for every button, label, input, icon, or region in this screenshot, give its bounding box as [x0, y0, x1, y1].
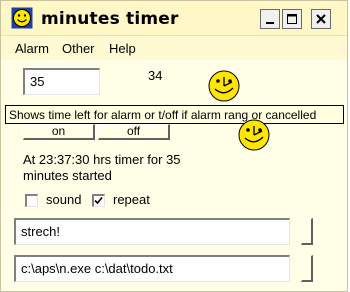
on-button-label: on: [51, 124, 66, 138]
time-left-tooltip: Shows time left for alarm or t/off if al…: [5, 105, 344, 124]
status-text: At 23:37:30 hrs timer for 35 minutes sta…: [23, 152, 181, 183]
app-window: minutes timer Alarm Other Help 35 34 Sho…: [0, 0, 348, 292]
smiley-clock-icon: [11, 7, 33, 29]
menu-other[interactable]: Other: [62, 41, 95, 56]
minimize-icon: [266, 22, 274, 24]
command-input[interactable]: c:\aps\n.exe c:\dat\todo.txt: [14, 255, 290, 282]
window-title: minutes timer: [41, 9, 179, 29]
minutes-input[interactable]: 35: [23, 68, 100, 95]
smiley-clock-icon: [238, 119, 270, 151]
smiley-clock-icon: [208, 70, 240, 102]
message-input[interactable]: strech!: [14, 218, 290, 245]
sound-checkbox[interactable]: [25, 194, 38, 207]
repeat-checkbox[interactable]: [92, 194, 105, 207]
menu-help[interactable]: Help: [109, 41, 136, 56]
minimize-button[interactable]: [260, 9, 280, 29]
check-icon: [94, 196, 103, 205]
sound-label: sound: [46, 192, 82, 207]
on-button[interactable]: on: [23, 124, 95, 140]
off-button[interactable]: off: [98, 124, 170, 140]
time-left-value: 34: [148, 68, 163, 83]
title-bar[interactable]: minutes timer: [1, 1, 347, 36]
off-button-label: off: [126, 124, 141, 138]
menu-bar: Alarm Other Help: [1, 36, 347, 60]
close-button[interactable]: [311, 9, 331, 29]
close-icon: [316, 14, 326, 24]
message-action-button[interactable]: [301, 218, 313, 245]
repeat-label: repeat: [113, 192, 150, 207]
command-action-button[interactable]: [301, 255, 313, 282]
maximize-icon: [287, 14, 297, 24]
menu-alarm[interactable]: Alarm: [15, 41, 49, 56]
maximize-button[interactable]: [282, 9, 302, 29]
